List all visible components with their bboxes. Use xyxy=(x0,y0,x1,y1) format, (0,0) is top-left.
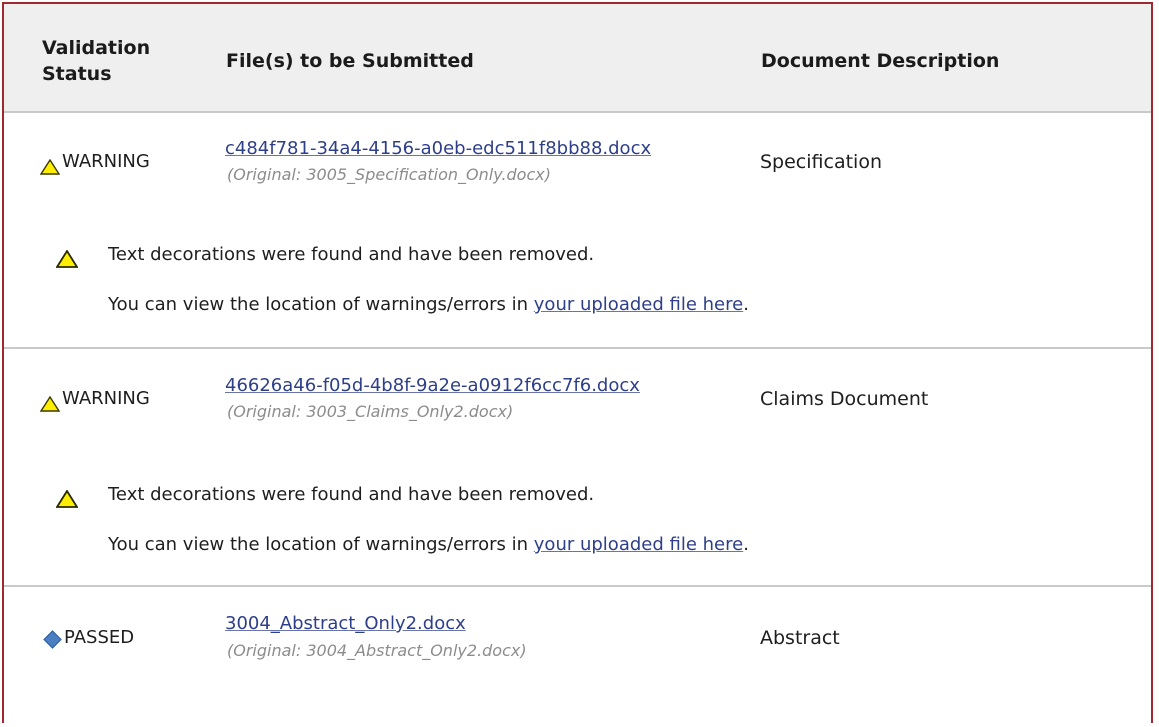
row-divider xyxy=(4,585,1151,587)
passed-diamond-icon xyxy=(43,630,62,649)
header-document-description: Document Description xyxy=(761,50,1000,72)
file-original-name-2: (Original: 3003_Claims_Only2.docx) xyxy=(227,402,514,421)
status-label: WARNING xyxy=(62,388,150,409)
view-warnings-text-2: You can view the location of warnings/er… xyxy=(108,534,749,555)
warning-triangle-icon xyxy=(56,490,78,508)
header-validation-status: Validation Status xyxy=(42,37,151,85)
warning-triangle-icon xyxy=(40,159,60,175)
file-link-1[interactable]: c484f781-34a4-4156-a0eb-edc511f8bb88.doc… xyxy=(225,138,651,159)
status-warning-1: WARNING xyxy=(40,151,150,175)
table-header: Validation Status File(s) to be Submitte… xyxy=(4,4,1151,113)
status-warning-2: WARNING xyxy=(40,388,150,412)
header-files-to-submit: File(s) to be Submitted xyxy=(226,50,474,72)
warning-message-1: Text decorations were found and have bee… xyxy=(108,244,595,265)
view-warnings-text-1: You can view the location of warnings/er… xyxy=(108,294,749,315)
file-original-name-3: (Original: 3004_Abstract_Only2.docx) xyxy=(227,641,527,660)
file-link-3[interactable]: 3004_Abstract_Only2.docx xyxy=(225,613,466,634)
document-description-2: Claims Document xyxy=(760,388,929,410)
document-description-1: Specification xyxy=(760,151,882,173)
validation-results-panel: Validation Status File(s) to be Submitte… xyxy=(2,2,1153,723)
file-original-name-1: (Original: 3005_Specification_Only.docx) xyxy=(227,165,551,184)
file-link-2[interactable]: 46626a46-f05d-4b8f-9a2e-a0912f6cc7f6.doc… xyxy=(225,375,640,396)
document-description-3: Abstract xyxy=(760,627,840,649)
status-label: WARNING xyxy=(62,151,150,172)
row-divider xyxy=(4,347,1151,349)
warning-triangle-icon xyxy=(40,396,60,412)
warning-triangle-icon xyxy=(56,250,78,268)
warning-message-2: Text decorations were found and have bee… xyxy=(108,484,595,505)
uploaded-file-link-1[interactable]: your uploaded file here xyxy=(534,294,743,315)
uploaded-file-link-2[interactable]: your uploaded file here xyxy=(534,534,743,555)
status-label: PASSED xyxy=(64,627,135,648)
status-passed-3: PASSED xyxy=(40,627,134,649)
